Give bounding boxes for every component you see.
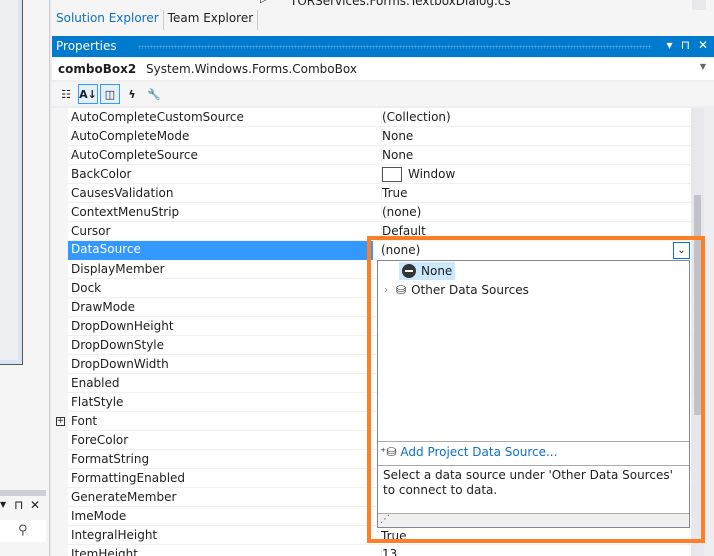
property-value[interactable]: Window	[381, 167, 455, 182]
tab-solution-explorer[interactable]: Solution Explorer	[52, 10, 164, 30]
tool-window-buttons: ▼ ⊓ ✕	[0, 496, 46, 520]
property-name: BackColor	[71, 167, 132, 181]
property-value[interactable]: True	[381, 186, 408, 200]
dropdown-icon[interactable]: ▾	[667, 38, 673, 52]
property-row[interactable]: AutoCompleteCustomSource (Collection)	[52, 108, 691, 127]
property-name: ItemHeight	[71, 547, 138, 556]
property-row[interactable]: CausesValidation True	[52, 184, 691, 203]
property-row[interactable]: BackColor Window	[52, 165, 691, 184]
tab-team-explorer[interactable]: Team Explorer	[164, 10, 259, 30]
row-gutter	[52, 545, 68, 556]
property-name: DataSource	[68, 241, 373, 260]
property-name: IntegralHeight	[71, 528, 158, 542]
property-value[interactable]: 13	[381, 547, 397, 556]
tab-strip: Solution Explorer Team Explorer	[52, 10, 259, 30]
row-gutter	[52, 488, 68, 507]
property-row[interactable]: ItemHeight 13	[52, 545, 691, 556]
property-row[interactable]: AutoCompleteMode None	[52, 127, 691, 146]
property-value[interactable]: (none)	[381, 205, 421, 219]
property-name: ContextMenuStrip	[71, 205, 180, 219]
properties-icon[interactable]: ◫	[100, 84, 120, 104]
row-gutter	[52, 336, 68, 355]
row-gutter	[52, 526, 68, 545]
tree-item[interactable]: ▷TORServices.Forms.TextboxDialog.cs	[60, 0, 690, 10]
property-name: Dock	[71, 281, 102, 295]
close-icon[interactable]: ✕	[698, 38, 708, 52]
row-gutter	[52, 431, 68, 450]
row-gutter	[52, 393, 68, 412]
property-name: FormattingEnabled	[71, 471, 186, 485]
row-gutter	[52, 241, 68, 260]
row-gutter	[52, 146, 68, 165]
properties-title: Properties	[56, 39, 117, 53]
solution-explorer: ▷TORServices.Forms.TextboxDialog.cs Solu…	[52, 0, 714, 36]
highlight-box	[367, 236, 705, 543]
property-name: FlatStyle	[71, 395, 124, 409]
row-gutter	[52, 203, 68, 222]
property-row[interactable]: ContextMenuStrip (none)	[52, 203, 691, 222]
row-gutter	[52, 450, 68, 469]
row-gutter	[52, 469, 68, 488]
row-gutter	[52, 507, 68, 526]
property-name: Enabled	[71, 376, 120, 390]
row-gutter	[52, 279, 68, 298]
property-name: AutoCompleteCustomSource	[71, 110, 244, 124]
property-value[interactable]: None	[381, 148, 413, 162]
property-value[interactable]: None	[381, 129, 413, 143]
object-name: comboBox2	[58, 62, 137, 76]
row-gutter	[52, 222, 68, 241]
row-gutter	[52, 108, 68, 127]
search-box[interactable]: ⚲	[0, 520, 46, 542]
row-gutter	[52, 127, 68, 146]
alphabetical-icon[interactable]: A↓	[78, 84, 98, 104]
property-name: DropDownHeight	[71, 319, 174, 333]
property-value[interactable]: (Collection)	[381, 110, 451, 124]
property-name: Cursor	[71, 224, 111, 238]
property-name: Font	[71, 414, 98, 428]
row-gutter	[52, 260, 68, 279]
property-name: ForeColor	[71, 433, 129, 447]
row-gutter	[52, 317, 68, 336]
pin-icon[interactable]: ⊓	[14, 498, 23, 512]
color-swatch	[382, 167, 402, 182]
pin-icon[interactable]: ⊓	[681, 38, 690, 52]
property-name: DrawMode	[71, 300, 136, 314]
property-name: DropDownStyle	[71, 338, 165, 352]
row-gutter	[52, 374, 68, 393]
property-name: DropDownWidth	[71, 357, 169, 371]
property-name: CausesValidation	[71, 186, 174, 200]
search-icon: ⚲	[18, 523, 28, 538]
property-name: DisplayMember	[71, 262, 165, 276]
property-pages-icon: 🔧	[147, 87, 161, 101]
value-text: Window	[408, 167, 456, 181]
events-icon[interactable]: ϟ	[122, 84, 142, 104]
row-gutter	[52, 184, 68, 203]
property-row[interactable]: AutoCompleteSource None	[52, 146, 691, 165]
properties-header: Properties ▾ ⊓ ✕	[52, 36, 714, 57]
property-name: GenerateMember	[71, 490, 177, 504]
close-icon[interactable]: ✕	[30, 498, 40, 512]
properties-toolbar: ☷ A↓ ◫ ϟ 🔧	[52, 82, 714, 106]
dropdown-icon[interactable]: ▼	[0, 500, 6, 509]
property-name: AutoCompleteSource	[71, 148, 198, 162]
expand-icon[interactable]: +	[52, 412, 68, 431]
object-type: System.Windows.Forms.ComboBox	[146, 62, 357, 76]
property-name: AutoCompleteMode	[71, 129, 190, 143]
row-gutter	[52, 165, 68, 184]
property-name: ImeMode	[71, 509, 127, 523]
object-selector[interactable]: comboBox2 System.Windows.Forms.ComboBox …	[52, 58, 714, 80]
categorized-icon[interactable]: ☷	[56, 84, 76, 104]
property-name: FormatString	[71, 452, 150, 466]
row-gutter	[52, 298, 68, 317]
scrollbar[interactable]	[692, 0, 706, 10]
designer-surface[interactable]	[0, 0, 23, 365]
chevron-down-icon[interactable]: ▼	[700, 62, 706, 71]
row-gutter	[52, 355, 68, 374]
